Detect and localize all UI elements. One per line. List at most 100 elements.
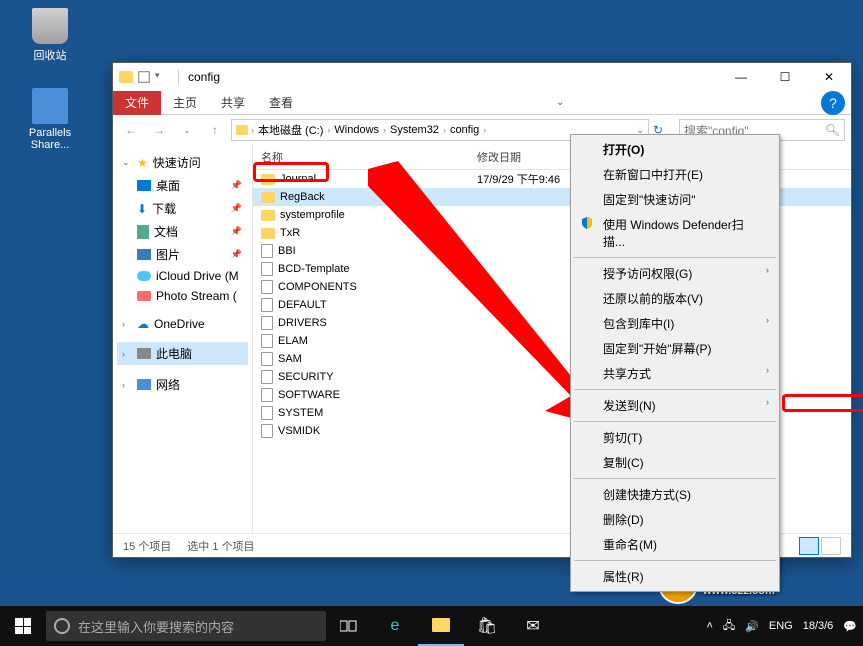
folder-icon [261, 192, 275, 203]
tray-ime[interactable]: ENG [769, 620, 793, 632]
store-icon: 🛍 [477, 616, 497, 636]
recycle-bin-icon [32, 8, 68, 44]
tray-network-icon[interactable]: 🖧 [723, 617, 735, 636]
chevron-right-icon: › [766, 397, 769, 407]
file-name: RegBack [280, 191, 325, 203]
file-name: COMPONENTS [278, 281, 357, 293]
file-name: Journal [280, 173, 316, 185]
menu-sendto[interactable]: 发送到(N)› [573, 393, 777, 418]
taskbar-explorer[interactable] [418, 606, 464, 646]
close-button[interactable]: ✕ [807, 63, 851, 91]
tray-notifications-icon[interactable]: 💬 [843, 620, 857, 633]
nav-quick-access[interactable]: ⌄★快速访问 [117, 151, 248, 174]
windows-logo-icon [15, 618, 31, 634]
menu-open[interactable]: 打开(O) [573, 137, 777, 162]
file-name: DEFAULT [278, 299, 327, 311]
crumb-system32[interactable]: System32 [386, 124, 443, 136]
menu-share[interactable]: 共享方式› [573, 361, 777, 386]
nav-up-button[interactable]: ↑ [203, 118, 227, 142]
nav-back-button[interactable]: ← [119, 118, 143, 142]
ribbon-view-tab[interactable]: 查看 [257, 90, 305, 115]
file-name: BCD-Template [278, 263, 350, 275]
tray-volume-icon[interactable]: 🔊 [745, 620, 759, 633]
window-folder-icon [119, 71, 133, 83]
onedrive-icon: ☁ [137, 317, 149, 331]
nav-pictures[interactable]: 图片📌 [117, 243, 248, 266]
taskbar-store[interactable]: 🛍 [464, 606, 510, 646]
nav-downloads[interactable]: ⬇下载📌 [117, 197, 248, 220]
file-icon [261, 244, 273, 258]
menu-defender[interactable]: 使用 Windows Defender扫描... [573, 212, 777, 254]
download-icon: ⬇ [137, 202, 147, 216]
recycle-bin-label: 回收站 [20, 47, 80, 63]
maximize-button[interactable]: ☐ [763, 63, 807, 91]
pc-icon [137, 348, 151, 359]
desktop-icon [137, 180, 151, 191]
taskbar-mail[interactable]: ✉ [510, 606, 556, 646]
minimize-button[interactable]: — [719, 63, 763, 91]
column-name[interactable]: 名称 [253, 145, 469, 169]
parallels-label: Parallels Share... [20, 127, 80, 151]
photostream-icon [137, 291, 151, 301]
file-name: BBI [278, 245, 296, 257]
menu-delete[interactable]: 删除(D) [573, 507, 777, 532]
menu-rename[interactable]: 重命名(M) [573, 532, 777, 557]
desktop-parallels[interactable]: Parallels Share... [20, 88, 80, 151]
file-icon [261, 352, 273, 366]
nav-network[interactable]: ›网络 [117, 373, 248, 396]
navigation-pane: ⌄★快速访问 桌面📌 ⬇下载📌 文档📌 图片📌 iCloud Drive (M … [113, 145, 253, 533]
ribbon-share-tab[interactable]: 共享 [209, 90, 257, 115]
file-icon [261, 424, 273, 438]
view-details-button[interactable] [799, 537, 819, 555]
qat-menu-icon[interactable]: ▾ [155, 70, 169, 84]
file-name: DRIVERS [278, 317, 327, 329]
search-bar[interactable]: 在这里输入你要搜索的内容 [46, 611, 326, 641]
qat-properties-icon[interactable] [137, 70, 151, 84]
nav-photostream[interactable]: Photo Stream ( [117, 286, 248, 306]
nav-documents[interactable]: 文档📌 [117, 220, 248, 243]
file-icon [261, 262, 273, 276]
tray-chevron-up-icon[interactable]: ˄ [706, 620, 712, 632]
tray-date[interactable]: 18/3/6 [803, 620, 834, 632]
ribbon-file-tab[interactable]: 文件 [113, 91, 161, 115]
chevron-right-icon: › [766, 365, 769, 375]
menu-grant[interactable]: 授予访问权限(G)› [573, 261, 777, 286]
ribbon-help-button[interactable]: ? [821, 91, 845, 115]
taskbar-edge[interactable]: e [372, 606, 418, 646]
nav-onedrive[interactable]: ›☁OneDrive [117, 314, 248, 334]
ribbon-expand-icon[interactable]: ⌄ [556, 97, 570, 108]
folder-icon [261, 210, 275, 221]
menu-copy[interactable]: 复制(C) [573, 450, 777, 475]
start-button[interactable] [0, 606, 46, 646]
window-title: config [188, 70, 220, 84]
parallels-icon [32, 88, 68, 124]
nav-history-button[interactable]: ⌄ [175, 118, 199, 142]
menu-pin-start[interactable]: 固定到"开始"屏幕(P) [573, 336, 777, 361]
menu-restore[interactable]: 还原以前的版本(V) [573, 286, 777, 311]
ribbon-home-tab[interactable]: 主页 [161, 90, 209, 115]
file-name: SYSTEM [278, 407, 323, 419]
file-icon [261, 370, 273, 384]
shield-icon [580, 216, 594, 230]
file-name: systemprofile [280, 209, 345, 221]
nav-icloud[interactable]: iCloud Drive (M [117, 266, 248, 286]
desktop-recycle-bin[interactable]: 回收站 [20, 8, 80, 63]
menu-properties[interactable]: 属性(R) [573, 564, 777, 589]
crumb-config[interactable]: config [446, 124, 483, 136]
menu-pin-quick[interactable]: 固定到"快速访问" [573, 187, 777, 212]
crumb-windows[interactable]: Windows [330, 124, 383, 136]
file-icon [261, 316, 273, 330]
menu-shortcut[interactable]: 创建快捷方式(S) [573, 482, 777, 507]
menu-cut[interactable]: 剪切(T) [573, 425, 777, 450]
nav-this-pc[interactable]: ›此电脑 [117, 342, 248, 365]
view-icons-button[interactable] [821, 537, 841, 555]
crumb-drive[interactable]: 本地磁盘 (C:) [254, 122, 327, 138]
nav-desktop[interactable]: 桌面📌 [117, 174, 248, 197]
file-name: SOFTWARE [278, 389, 340, 401]
titlebar[interactable]: ▾ config — ☐ ✕ [113, 63, 851, 91]
search-placeholder: 在这里输入你要搜索的内容 [78, 617, 234, 636]
menu-include[interactable]: 包含到库中(I)› [573, 311, 777, 336]
menu-open-new[interactable]: 在新窗口中打开(E) [573, 162, 777, 187]
nav-forward-button[interactable]: → [147, 118, 171, 142]
task-view-button[interactable] [326, 606, 372, 646]
